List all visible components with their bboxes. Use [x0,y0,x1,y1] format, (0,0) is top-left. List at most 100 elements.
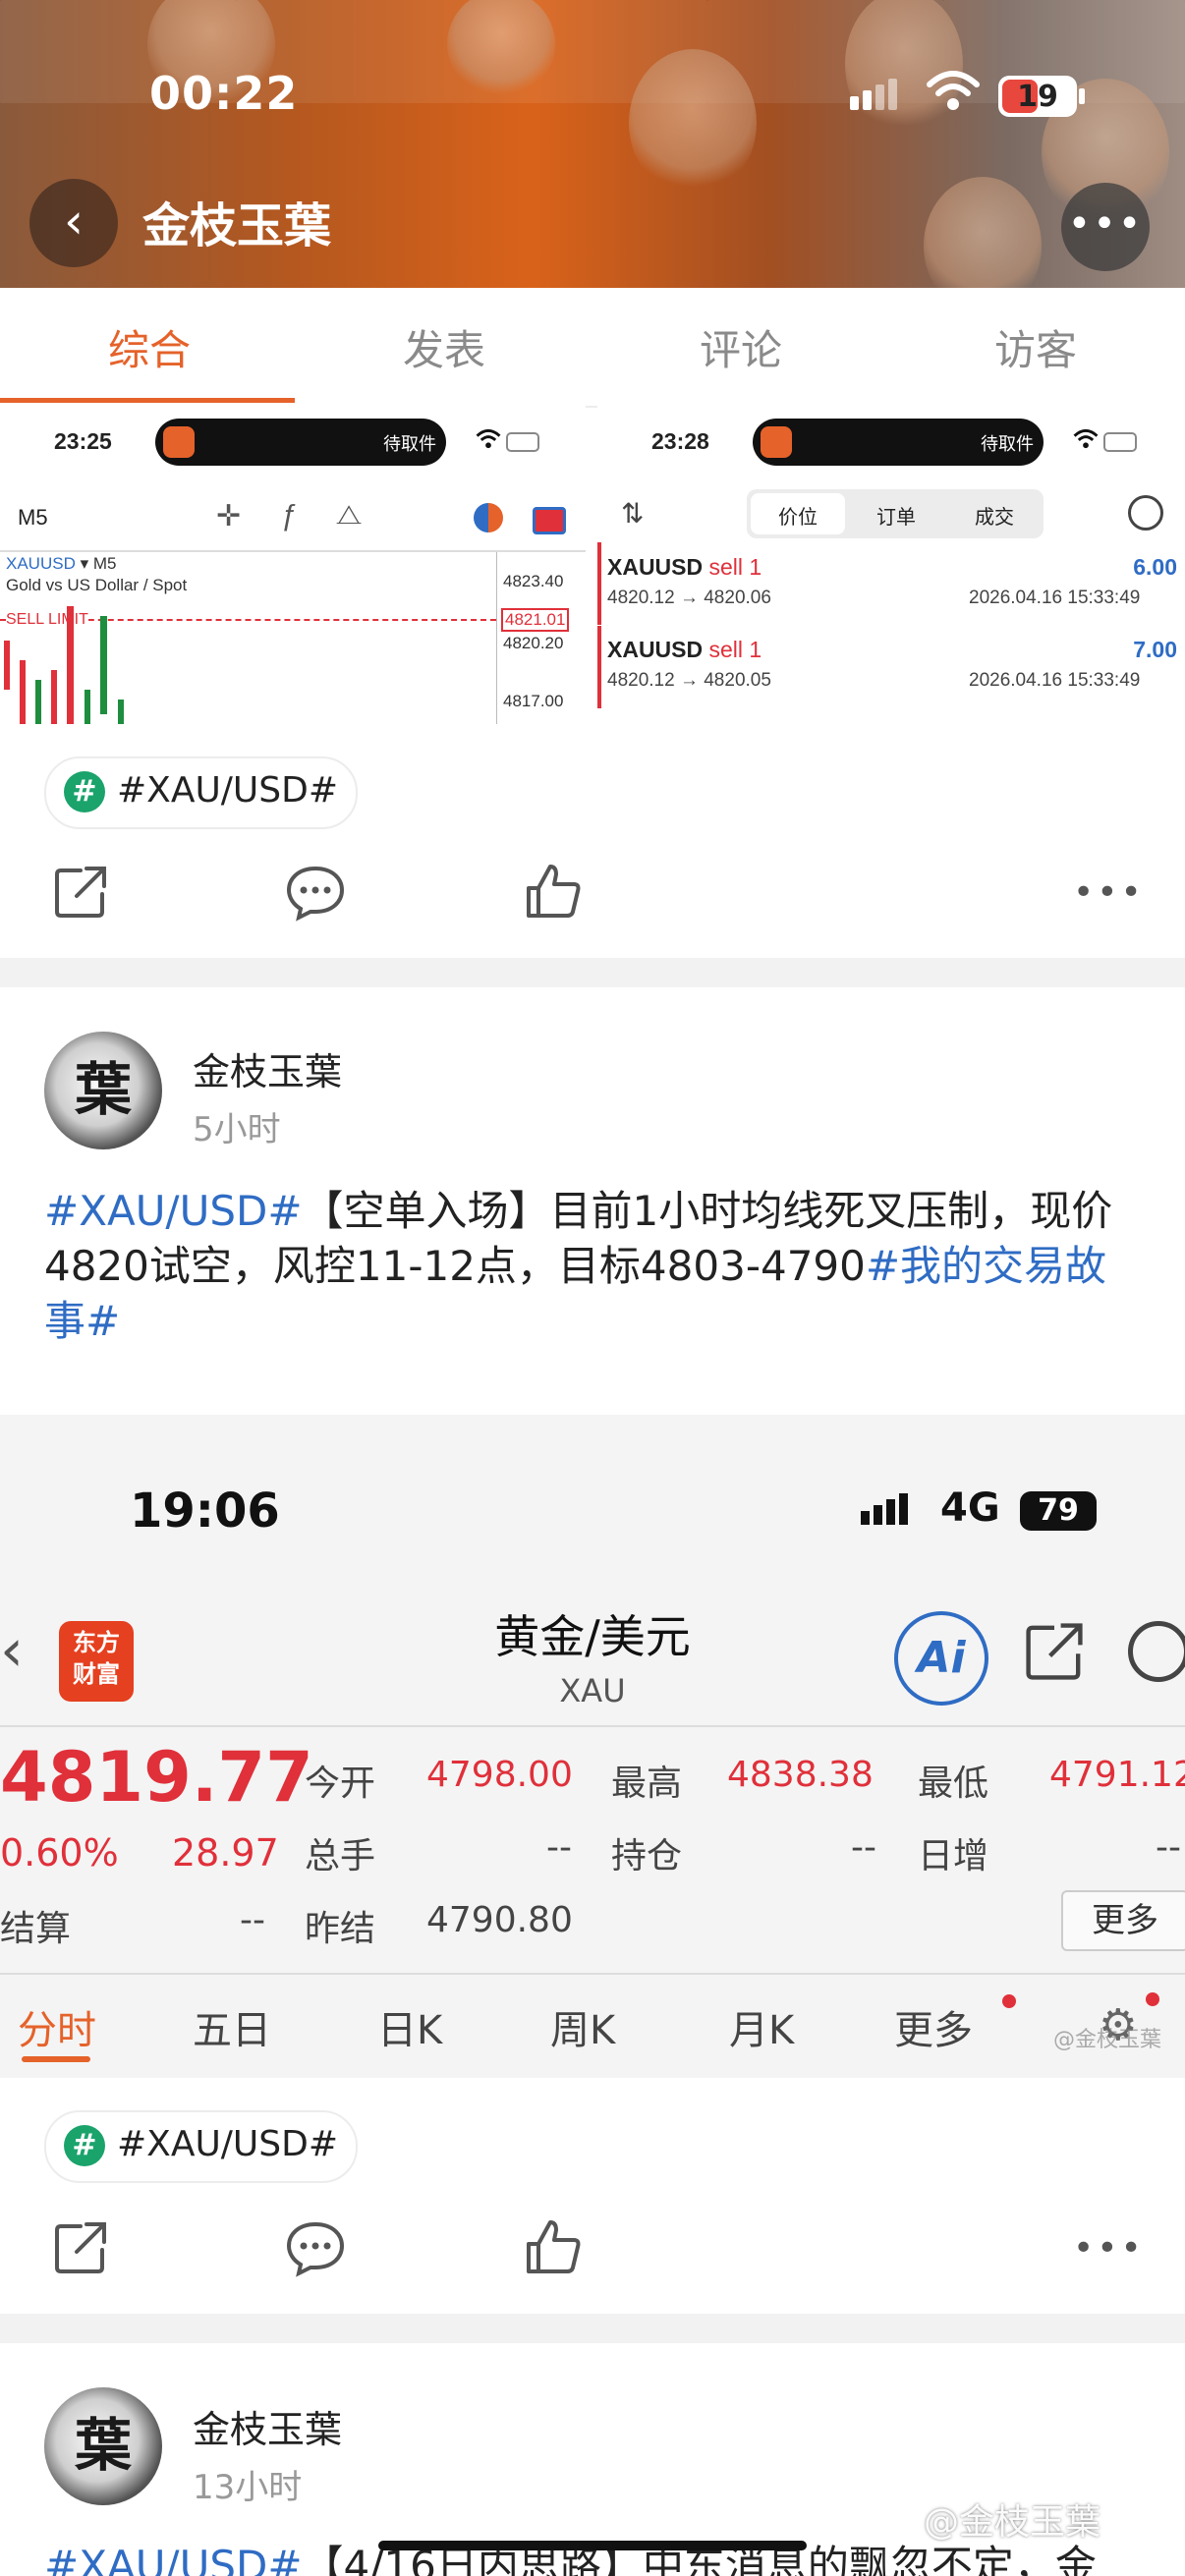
trade-icon[interactable] [533,507,566,534]
battery-icon [506,432,539,452]
tab-comments[interactable]: 评论 [700,317,782,377]
post-image-chart[interactable]: 23:25 待取件 M5 ✛ ƒ ⧍ XAUUSD ▾ M5 Gold vs U… [0,405,586,724]
image-watermark: @金枝玉葉 [1053,2028,1162,2052]
hashtag-label: #XAU/USD# [117,770,339,811]
post-time: 13小时 [193,2468,303,2507]
tab-posts[interactable]: 发表 [403,317,485,377]
chart-tab-5day[interactable]: 五日 [193,1998,271,2055]
order-route: 4820.12 → 4820.06 [607,588,771,608]
crosshair-icon[interactable]: ✛ [216,499,241,533]
topic-tag[interactable]: #XAU/USD# [44,2542,303,2576]
like-icon[interactable] [523,2216,584,2277]
post-image-orders[interactable]: 23:28 待取件 ⇅ 价位 订单 成交 XAUUSD sell 1 6.00 … [597,405,1185,724]
stat-label: 总手 [305,1836,376,1876]
hashtag-chip[interactable]: # #XAU/USD# [44,756,358,829]
ellipsis-icon: ••• [1067,201,1144,247]
objects-icon[interactable]: ⧍ [336,499,362,532]
stat-label: 最低 [918,1764,989,1804]
segment-positions[interactable]: 价位 [778,501,818,530]
app-icon [761,426,792,458]
stat-label: 昨结 [305,1909,376,1949]
page-watermark: @金枝玉葉 [924,2502,1101,2543]
candle [35,680,41,724]
chart-tab-weekly[interactable]: 周K [550,1998,615,2055]
timeframe-label[interactable]: M5 [18,505,48,531]
chart-tab-monthly[interactable]: 月K [729,1998,794,2055]
comment-icon[interactable] [285,2218,346,2277]
page-title: 金枝玉葉 [142,198,332,253]
author-name[interactable]: 金枝玉葉 [193,2399,342,2453]
chart-top-border [0,550,586,552]
cell-signal-icon [850,79,901,110]
battery-level: 19 [1017,80,1058,114]
author-name[interactable]: 金枝玉葉 [193,1041,342,1095]
home-indicator [378,2541,807,2550]
function-icon[interactable]: ƒ [280,499,297,532]
post-more-icon[interactable]: ••• [1073,872,1145,913]
candle [85,690,90,724]
price-tick-current: 4821.01 [501,608,570,632]
instrument-code: XAU [559,1672,626,1709]
chart-tab-daily[interactable]: 日K [377,1998,442,2055]
search-icon[interactable] [1128,1621,1185,1682]
shot-status-time: 23:28 [651,428,709,454]
header-face [924,177,1042,288]
price-tick: 4817.00 [503,692,564,710]
hashtag-icon: # [64,2125,105,2166]
order-route: 4820.12 → 4820.05 [607,670,771,691]
comment-icon[interactable] [285,863,346,922]
stat-label: 结算 [0,1909,72,1949]
candle [100,616,107,714]
cell-signal-icon [861,1493,908,1525]
hashtag-chip[interactable]: # #XAU/USD# [44,2110,358,2183]
order-datetime: 2026.04.16 15:33:49 [969,588,1141,608]
avatar-logo: 葉 [74,2412,132,2479]
segment-orders[interactable]: 订单 [876,501,916,530]
avatar[interactable]: 葉 [44,2387,162,2505]
notification-dot [1002,1994,1016,2008]
chart-tab-indicator [22,2056,90,2062]
order-symbol[interactable]: XAUUSD sell 1 [607,637,762,663]
more-stats-button[interactable]: 更多 [1061,1890,1185,1951]
stat-value: -- [851,1827,876,1868]
stat-label: 日增 [918,1836,989,1876]
order-side-bar [597,542,601,625]
back-button[interactable]: ‹ [29,179,118,267]
avatar[interactable]: 葉 [44,1032,162,1149]
like-icon[interactable] [523,861,584,922]
post-divider [0,2314,1185,2343]
share-icon[interactable] [51,863,110,922]
segment-deals[interactable]: 成交 [975,501,1014,530]
stat-value: 4791.12 [1049,1755,1185,1795]
island-label: 待取件 [383,434,436,454]
stat-value: -- [1156,1827,1181,1868]
order-symbol[interactable]: XAUUSD sell 1 [607,554,762,581]
chart-tab-intraday[interactable]: 分时 [18,1998,96,2055]
color-theme-icon[interactable] [474,503,503,532]
instrument-title: 黄金/美元 [494,1610,691,1663]
network-type: 4G [940,1485,1000,1531]
battery-cap [1079,88,1085,104]
dynamic-island: 待取件 [753,419,1044,466]
sort-icon[interactable]: ⇅ [621,497,644,530]
notification-dot [1146,1992,1159,2006]
stat-label: 最高 [611,1764,683,1804]
stat-value: 4798.00 [426,1755,573,1795]
post-image-quote[interactable]: 19:06 4G 79 ‹ 东方 财富 黄金/美元 XAU Ai 4819.77… [0,1415,1185,2078]
tab-visitors[interactable]: 访客 [994,317,1077,377]
price-tick: 4820.20 [503,634,564,652]
share-icon[interactable] [1022,1619,1087,1688]
chart-tab-more[interactable]: 更多 [894,1998,973,2055]
share-icon[interactable] [51,2218,110,2277]
more-options-button[interactable]: ••• [1061,183,1150,271]
tab-overview[interactable]: 综合 [108,317,191,377]
chevron-left-icon: ‹ [64,193,84,250]
dynamic-island: 待取件 [155,419,446,466]
chart-description: Gold vs US Dollar / Spot [6,576,188,594]
post-more-icon[interactable]: ••• [1073,2228,1145,2268]
ai-assistant-button[interactable]: Ai [894,1611,988,1706]
topic-tag[interactable]: #XAU/USD# [44,1187,303,1235]
post-text: #XAU/USD#【空单入场】目前1小时均线死叉压制，现价4820试空，风控11… [44,1184,1145,1349]
profile-tabs: 综合 发表 评论 访客 [0,288,1185,408]
history-clock-icon[interactable] [1128,495,1163,531]
